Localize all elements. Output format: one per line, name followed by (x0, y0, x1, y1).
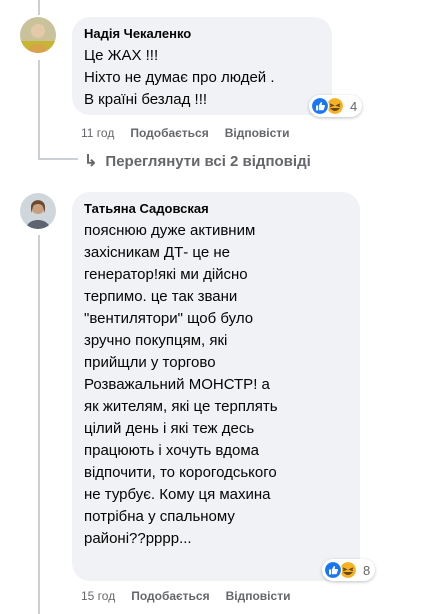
comment-timestamp[interactable]: 11 год (81, 126, 114, 140)
comment-actions: 15 год Подобається Відповісти (81, 589, 306, 603)
like-button[interactable]: Подобається (131, 589, 209, 603)
view-replies-label: Переглянути всі 2 відповіді (105, 152, 311, 170)
comment-text: Це ЖАХ !!! Ніхто не думає про людей . В … (84, 47, 275, 108)
reaction-count: 8 (363, 562, 371, 578)
comment-bubble: Татьяна Садовская пояснюю дуже активним … (72, 192, 360, 581)
thread-line (38, 60, 40, 160)
avatar[interactable] (20, 17, 56, 53)
thread-line (38, 0, 40, 15)
comment-author[interactable]: Татьяна Садовская (84, 200, 348, 217)
like-button[interactable]: Подобається (130, 126, 208, 140)
thread-line-elbow (38, 158, 78, 160)
comment-bubble: Надія Чекаленко Це ЖАХ !!! Ніхто не дума… (72, 17, 332, 115)
comment-timestamp[interactable]: 15 год (81, 589, 115, 603)
like-icon (324, 561, 343, 579)
thread-line (38, 235, 40, 614)
view-replies-link[interactable]: ↳ Переглянути всі 2 відповіді (84, 151, 311, 171)
reply-button[interactable]: Відповісти (225, 126, 290, 140)
avatar[interactable] (20, 193, 56, 229)
reply-arrow-icon: ↳ (84, 153, 98, 170)
comment-actions: 11 год Подобається Відповісти (81, 126, 306, 140)
reactions-summary[interactable]: 4 (309, 95, 363, 117)
comment-author[interactable]: Надія Чекаленко (84, 25, 320, 42)
reaction-count: 4 (350, 98, 358, 114)
reactions-summary[interactable]: 8 (322, 559, 376, 581)
like-icon (311, 97, 330, 115)
reply-button[interactable]: Відповісти (226, 589, 291, 603)
comment-text: пояснюю дуже активним захісникам ДТ- це … (84, 222, 278, 547)
